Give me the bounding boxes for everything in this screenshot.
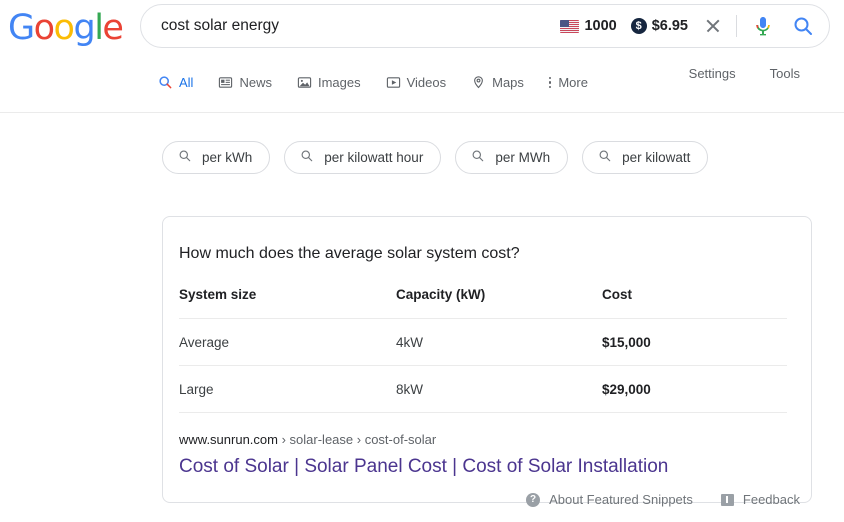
breadcrumb-domain: www.sunrun.com xyxy=(179,432,278,447)
search-divider xyxy=(736,15,737,37)
tab-images-label: Images xyxy=(318,75,361,90)
cell-system-size: Average xyxy=(179,319,396,366)
chip-label: per kilowatt xyxy=(622,150,690,165)
search-submit-icon[interactable] xyxy=(791,14,815,38)
breadcrumb-sep-2: › xyxy=(353,432,365,447)
nav-right-actions: Settings Tools xyxy=(655,66,844,81)
region-count-label: 1000 xyxy=(584,18,616,34)
chip-per-kwh[interactable]: per kWh xyxy=(162,141,270,174)
price-indicator[interactable]: $ $6.95 xyxy=(631,18,688,34)
table-row: Average 4kW $15,000 xyxy=(179,319,787,366)
snippet-footer: ? About Featured Snippets Feedback xyxy=(0,492,844,507)
about-featured-snippets-link[interactable]: ? About Featured Snippets xyxy=(526,492,693,507)
tab-images[interactable]: Images xyxy=(297,66,361,99)
featured-snippet-card: How much does the average solar system c… xyxy=(162,216,812,503)
breadcrumb-path-2: cost-of-solar xyxy=(365,432,437,447)
cell-cost: $29,000 xyxy=(602,366,787,413)
tab-videos[interactable]: Videos xyxy=(386,66,447,99)
logo-letter-g1: G xyxy=(8,9,34,47)
clear-icon[interactable] xyxy=(702,15,724,37)
cell-cost: $15,000 xyxy=(602,319,787,366)
tab-all[interactable]: All xyxy=(158,66,193,99)
column-header-cost: Cost xyxy=(602,287,787,319)
chip-label: per kilowatt hour xyxy=(324,150,423,165)
refinement-chips: per kWh per kilowatt hour per MWh per ki… xyxy=(162,141,708,174)
snippet-table: System size Capacity (kW) Cost Average 4… xyxy=(179,287,787,413)
settings-button[interactable]: Settings xyxy=(689,66,736,81)
table-header-row: System size Capacity (kW) Cost xyxy=(179,287,787,319)
logo-letter-g2: g xyxy=(73,9,94,47)
price-label: $6.95 xyxy=(652,18,688,34)
image-icon xyxy=(297,75,312,90)
chip-per-kilowatt-hour[interactable]: per kilowatt hour xyxy=(284,141,441,174)
microphone-icon[interactable] xyxy=(751,14,775,38)
snippet-question: How much does the average solar system c… xyxy=(179,243,787,265)
result-title-link[interactable]: Cost of Solar | Solar Panel Cost | Cost … xyxy=(179,454,787,480)
chip-label: per kWh xyxy=(202,150,252,165)
news-icon xyxy=(218,75,233,90)
map-pin-icon xyxy=(471,75,486,90)
tab-more-label: More xyxy=(558,75,588,90)
cell-system-size: Large xyxy=(179,366,396,413)
region-count-indicator[interactable]: 1000 xyxy=(560,18,616,34)
feedback-label: Feedback xyxy=(743,492,800,507)
tab-news[interactable]: News xyxy=(218,66,272,99)
tools-button[interactable]: Tools xyxy=(770,66,800,81)
cell-capacity: 8kW xyxy=(396,366,602,413)
search-header: Google cost solar energy 1000 $ $6.95 xyxy=(0,0,844,113)
chip-per-mwh[interactable]: per MWh xyxy=(455,141,568,174)
tab-all-label: All xyxy=(179,75,193,90)
video-icon xyxy=(386,75,401,90)
logo-letter-e: e xyxy=(102,9,122,47)
breadcrumb[interactable]: www.sunrun.com › solar-lease › cost-of-s… xyxy=(179,431,787,449)
breadcrumb-sep-1: › xyxy=(278,432,290,447)
cell-capacity: 4kW xyxy=(396,319,602,366)
search-input[interactable]: cost solar energy xyxy=(161,16,560,36)
about-label: About Featured Snippets xyxy=(549,492,693,507)
column-header-system-size: System size xyxy=(179,287,396,319)
breadcrumb-path-1: solar-lease xyxy=(290,432,354,447)
search-icon xyxy=(178,149,192,166)
search-icon xyxy=(598,149,612,166)
search-icon xyxy=(300,149,314,166)
search-icon xyxy=(471,149,485,166)
snippet-source: www.sunrun.com › solar-lease › cost-of-s… xyxy=(179,431,787,480)
feedback-flag-icon xyxy=(721,494,734,506)
tab-videos-label: Videos xyxy=(407,75,447,90)
tab-maps-label: Maps xyxy=(492,75,524,90)
column-header-capacity: Capacity (kW) xyxy=(396,287,602,319)
table-row: Large 8kW $29,000 xyxy=(179,366,787,413)
logo-letter-o2: o xyxy=(54,9,74,47)
dollar-coin-icon: $ xyxy=(631,18,647,34)
tab-more[interactable]: More xyxy=(549,66,588,99)
search-icon xyxy=(158,75,173,90)
google-logo[interactable]: Google xyxy=(8,9,122,47)
logo-letter-o1: o xyxy=(34,9,54,47)
tab-maps[interactable]: Maps xyxy=(471,66,524,99)
logo-letter-l: l xyxy=(94,9,102,47)
feedback-link[interactable]: Feedback xyxy=(721,492,800,507)
help-circle-icon: ? xyxy=(526,493,540,507)
more-vertical-icon xyxy=(549,77,551,88)
chip-per-kilowatt[interactable]: per kilowatt xyxy=(582,141,708,174)
tab-news-label: News xyxy=(239,75,272,90)
chip-label: per MWh xyxy=(495,150,550,165)
us-flag-icon xyxy=(560,20,579,33)
search-nav-tabs: All News Image xyxy=(0,66,844,112)
search-box[interactable]: cost solar energy 1000 $ $6.95 xyxy=(140,4,830,48)
